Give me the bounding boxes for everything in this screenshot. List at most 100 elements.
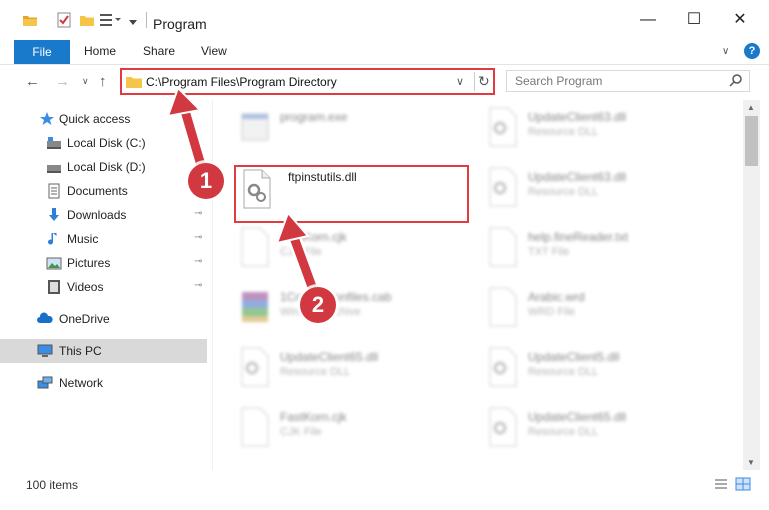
search-placeholder: Search Program — [515, 74, 603, 88]
navigation-pane: Quick access Local Disk (C:) Local Disk … — [0, 100, 210, 470]
new-folder-icon[interactable] — [79, 12, 95, 28]
download-icon — [49, 208, 59, 221]
sidebar-item-videos[interactable]: Videos ⊸ — [0, 275, 207, 299]
dll-gear-icon — [489, 107, 517, 147]
sidebar-item-pictures[interactable]: Pictures ⊸ — [0, 251, 207, 275]
up-button[interactable]: ↑ — [99, 73, 107, 90]
videos-icon — [48, 280, 60, 294]
file-item-updateclient63-dll[interactable]: UpdateClient63.dll Resource DLL — [470, 100, 710, 158]
dll-gear-icon — [241, 347, 269, 387]
chevron-down-icon[interactable] — [128, 14, 138, 30]
item-count: 100 items — [26, 478, 79, 492]
window-title: Program — [153, 16, 207, 32]
highlight-box — [234, 165, 469, 223]
minimize-button[interactable]: — — [625, 0, 671, 40]
address-bar[interactable]: C:\Program Files\Program Directory ∨ ↻ — [120, 68, 495, 95]
folder-icon — [126, 77, 142, 88]
pin-icon[interactable]: ⊸ — [194, 232, 202, 243]
recent-locations-button[interactable]: ∨ — [82, 76, 89, 87]
explorer-window: Program — ☐ ✕ File Home Share View ∨ ? ←… — [0, 0, 769, 510]
file-name: UpdateClient65.dll — [280, 350, 379, 364]
sidebar-item-label: Local Disk (C:) — [67, 136, 146, 150]
winrar-icon — [242, 292, 268, 322]
file-icon — [489, 287, 517, 327]
search-icon[interactable] — [729, 73, 743, 87]
search-input[interactable]: Search Program — [506, 70, 750, 92]
file-item-updateclient65-dll[interactable]: UpdateClient65.dll Resource DLL — [222, 340, 462, 398]
dll-gear-icon — [489, 407, 517, 447]
sidebar-item-this-pc[interactable]: This PC — [0, 339, 207, 363]
pictures-icon — [46, 257, 62, 270]
sidebar-item-label: Downloads — [67, 208, 127, 222]
tab-home[interactable]: Home — [84, 44, 116, 58]
drive-icon — [47, 137, 61, 149]
sidebar-item-downloads[interactable]: Downloads ⊸ — [0, 203, 207, 227]
file-type: WRD File — [528, 306, 576, 318]
title-bar: Program — ☐ ✕ — [0, 0, 769, 40]
sidebar-item-label: Music — [67, 232, 99, 246]
computer-icon — [37, 344, 53, 357]
exe-icon — [241, 113, 269, 141]
cloud-icon — [37, 312, 53, 323]
sidebar-item-label: Network — [59, 376, 104, 390]
file-name: help.fineReader.txt — [528, 230, 629, 244]
file-type: Resource DLL — [528, 186, 599, 198]
file-item-updateclient65-dll-2[interactable]: UpdateClient65.dll Resource DLL — [470, 400, 710, 458]
refresh-button[interactable]: ↻ — [478, 73, 490, 90]
file-item-program-exe[interactable]: program.exe — [222, 100, 462, 158]
vertical-scrollbar[interactable]: ▲ ▼ — [743, 100, 760, 470]
music-icon — [48, 233, 57, 245]
file-item-updateclient63-dll-2[interactable]: UpdateClient63.dll Resource DLL — [470, 160, 710, 218]
address-separator — [474, 72, 475, 91]
tiles-view-icon[interactable] — [735, 477, 751, 491]
file-type: CJK File — [280, 426, 322, 438]
address-path[interactable]: C:\Program Files\Program Directory — [146, 75, 337, 89]
file-item-help-txt[interactable]: help.fineReader.txt TXT File — [470, 220, 710, 278]
forward-button[interactable]: → — [55, 73, 70, 90]
sidebar-item-music[interactable]: Music ⊸ — [0, 227, 207, 251]
sidebar-item-local-disk-d[interactable]: Local Disk (D:) — [0, 155, 207, 179]
file-item-cab-archive[interactable]: 1Connectionfiles.cab WinRAR archive — [222, 280, 462, 338]
folder-icon[interactable] — [22, 12, 38, 28]
back-button[interactable]: ← — [25, 73, 40, 90]
sidebar-item-label: Videos — [67, 280, 104, 294]
pin-icon[interactable]: ⊸ — [194, 280, 202, 291]
file-item-arabic-wrd[interactable]: Arabic.wrd WRD File — [470, 280, 710, 338]
details-view-icon[interactable] — [714, 478, 728, 490]
navigation-bar: ← → ∨ ↑ C:\Program Files\Program Directo… — [0, 65, 769, 99]
sidebar-item-quick-access[interactable]: Quick access — [0, 107, 207, 131]
properties-icon[interactable] — [56, 12, 72, 28]
sidebar-item-label: Quick access — [59, 112, 131, 126]
customize-toolbar-icon[interactable] — [99, 12, 123, 28]
scroll-down-icon[interactable]: ▼ — [747, 458, 755, 467]
file-name: UpdateClient63.dll — [528, 170, 627, 184]
sidebar-item-onedrive[interactable]: OneDrive — [0, 307, 207, 331]
step-badge-1: 1 — [188, 163, 224, 199]
file-item-fastkorn-cjk-2[interactable]: FastKorn.cjk CJK File — [222, 400, 462, 458]
ribbon-expand-icon[interactable]: ∨ — [722, 46, 729, 57]
pin-icon[interactable]: ⊸ — [194, 256, 202, 267]
scroll-up-icon[interactable]: ▲ — [747, 103, 755, 112]
maximize-button[interactable]: ☐ — [671, 0, 717, 40]
tab-file[interactable]: File — [14, 40, 70, 64]
help-icon[interactable]: ? — [744, 43, 760, 59]
scroll-thumb[interactable] — [745, 116, 758, 166]
sidebar-item-local-disk-c[interactable]: Local Disk (C:) — [0, 131, 207, 155]
file-item-fastkorn-cjk[interactable]: FastKorn.cjk CJK File — [222, 220, 462, 278]
sidebar-item-label: OneDrive — [59, 312, 110, 326]
ribbon-tabs: File Home Share View ∨ ? — [0, 40, 769, 65]
file-icon — [489, 227, 517, 267]
dll-gear-icon — [489, 167, 517, 207]
file-icon — [241, 227, 269, 267]
tab-share[interactable]: Share — [143, 44, 175, 58]
sidebar-item-network[interactable]: Network — [0, 371, 207, 395]
address-dropdown-icon[interactable]: ∨ — [456, 75, 464, 88]
tab-view[interactable]: View — [201, 44, 227, 58]
pane-divider[interactable] — [212, 100, 213, 470]
file-item-updateclient5-dll[interactable]: UpdateClient5.dll Resource DLL — [470, 340, 710, 398]
pin-icon[interactable]: ⊸ — [194, 208, 202, 219]
close-button[interactable]: ✕ — [717, 0, 763, 40]
sidebar-item-documents[interactable]: Documents — [0, 179, 207, 203]
file-name: UpdateClient5.dll — [528, 350, 620, 364]
file-type: Resource DLL — [528, 126, 599, 138]
